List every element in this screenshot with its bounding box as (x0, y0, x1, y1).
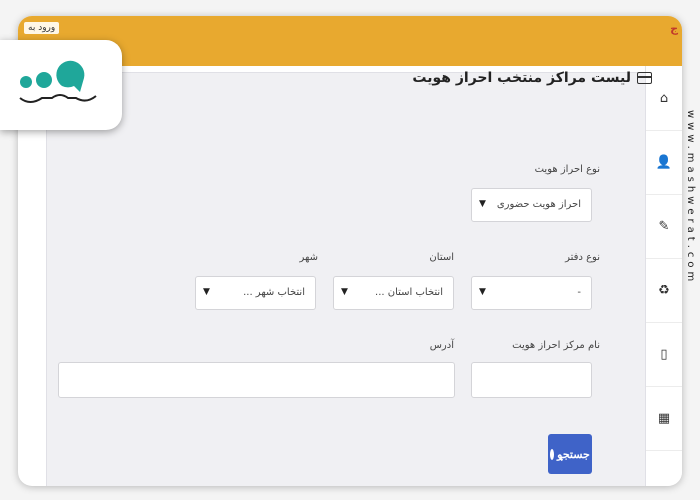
address-label: آدرس (429, 340, 454, 351)
chevron-down-icon: ▼ (203, 287, 210, 297)
calculator-icon: ▦ (657, 410, 671, 426)
chevron-down-icon: ▼ (479, 287, 486, 297)
login-link[interactable]: ورود به (24, 22, 60, 34)
mobile-icon: ▯ (660, 346, 668, 362)
sidebar-item-recycle[interactable]: ♻ (646, 258, 682, 323)
identity-type-label: نوع احراز هویت (534, 164, 600, 175)
search-button[interactable]: جستجو (548, 434, 592, 474)
office-type-value: - (577, 287, 581, 298)
sidebar-item-calculator[interactable]: ▦ (646, 386, 682, 451)
chevron-down-icon: ▼ (341, 287, 348, 297)
page-title-text: لیست مراکز منتخب احراز هویت (412, 70, 631, 86)
user-icon: 👤 (655, 154, 673, 170)
sidebar-item-user[interactable]: 👤 (646, 130, 682, 195)
sidebar-item-mobile[interactable]: ▯ (646, 322, 682, 387)
identity-type-value: احراز هویت حضوری (496, 199, 581, 210)
edit-icon: ✎ (658, 218, 670, 234)
sidebar-item-edit[interactable]: ✎ (646, 194, 682, 259)
card-icon (637, 72, 652, 84)
home-icon: ⌂ (659, 90, 669, 106)
center-name-input[interactable] (471, 362, 592, 398)
city-value: انتخاب شهر ... (243, 287, 305, 298)
province-select[interactable]: انتخاب استان ... ▼ (333, 276, 454, 310)
watermark-text: www.mashwerat.com (685, 110, 696, 286)
office-type-select[interactable]: - ▼ (471, 276, 592, 310)
city-select[interactable]: انتخاب شهر ... ▼ (195, 276, 316, 310)
center-name-label: نام مرکز احراز هویت (512, 340, 600, 351)
chevron-down-icon: ▼ (479, 199, 486, 209)
city-label: شهر (299, 252, 318, 263)
recycle-icon: ♻ (658, 282, 670, 298)
brand-logo (0, 40, 122, 130)
search-icon (550, 448, 555, 460)
sidebar: ⌂ 👤 ✎ ♻ ▯ ▦ (645, 66, 682, 486)
province-value: انتخاب استان ... (375, 287, 443, 298)
office-type-label: نوع دفتر (565, 252, 600, 263)
identity-type-select[interactable]: احراز هویت حضوری ▼ (471, 188, 592, 222)
mashwerat-logo (19, 60, 97, 103)
address-input[interactable] (58, 362, 455, 398)
page-title: لیست مراکز منتخب احراز هویت (412, 70, 652, 86)
site-logo[interactable]: ج (670, 22, 678, 35)
province-label: استان (429, 252, 454, 263)
